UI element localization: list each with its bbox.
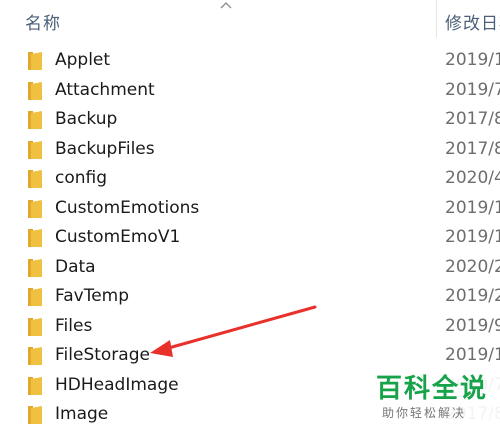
date-column-label: 修改日期 bbox=[445, 14, 500, 34]
watermark-title: 百科全说 bbox=[376, 374, 489, 404]
file-name: CustomEmotions bbox=[55, 197, 200, 218]
list-item[interactable]: config 2020/4 bbox=[0, 165, 500, 194]
list-item[interactable]: CustomEmoV1 2019/1 bbox=[0, 224, 500, 253]
folder-icon bbox=[28, 406, 42, 424]
folder-icon bbox=[28, 81, 42, 100]
column-header: 名称 修改日期 bbox=[0, 0, 500, 38]
folder-icon bbox=[28, 199, 42, 218]
folder-icon bbox=[28, 229, 42, 247]
file-date: 2017/8 bbox=[445, 109, 500, 129]
folder-icon bbox=[28, 140, 42, 159]
watermark: 百科全说 助你轻松解决 bbox=[368, 364, 500, 428]
folder-icon bbox=[28, 317, 42, 336]
list-item[interactable]: Attachment 2019/7 bbox=[0, 77, 500, 106]
file-name: BackupFiles bbox=[55, 138, 155, 159]
list-item[interactable]: Backup 2017/8 bbox=[0, 106, 500, 135]
file-date: 2019/2 bbox=[445, 286, 500, 306]
file-explorer: 名称 修改日期 Applet 2019/1 Attachment 2019/7 Back… bbox=[0, 0, 500, 428]
folder-icon bbox=[28, 111, 42, 129]
file-name: config bbox=[55, 168, 108, 188]
file-date: 2019/1 bbox=[445, 227, 500, 247]
list-item[interactable]: FavTemp 2019/2 bbox=[0, 283, 500, 312]
file-date: 2019/1 bbox=[445, 197, 500, 218]
folder-icon bbox=[28, 347, 42, 365]
watermark-subtitle: 助你轻松解决 bbox=[382, 406, 467, 420]
list-item[interactable]: Applet 2019/1 bbox=[0, 47, 500, 76]
file-date: 2019/1 bbox=[445, 50, 500, 70]
file-date: 2017/8 bbox=[445, 138, 500, 159]
file-date: 2020/2 bbox=[445, 256, 500, 277]
file-name: Applet bbox=[55, 50, 111, 70]
list-item[interactable]: CustomEmotions 2019/1 bbox=[0, 195, 500, 224]
sort-up-icon bbox=[220, 2, 232, 9]
name-column-label: 名称 bbox=[25, 14, 61, 34]
folder-icon bbox=[28, 52, 42, 70]
file-date: 2019/7 bbox=[445, 79, 500, 100]
folder-icon bbox=[28, 258, 42, 277]
file-date: 2019/1 bbox=[445, 345, 500, 365]
file-name: Data bbox=[55, 256, 96, 277]
file-name: Files bbox=[55, 315, 93, 336]
file-name: CustomEmoV1 bbox=[55, 227, 181, 247]
file-name: Backup bbox=[55, 109, 118, 129]
date-column-header[interactable]: 修改日期 bbox=[437, 0, 500, 38]
file-name: FileStorage bbox=[55, 345, 150, 365]
list-item[interactable]: BackupFiles 2017/8 bbox=[0, 136, 500, 165]
folder-icon bbox=[28, 376, 42, 395]
name-column-header[interactable]: 名称 bbox=[0, 0, 436, 38]
file-name: Attachment bbox=[55, 79, 155, 100]
file-name: FavTemp bbox=[55, 286, 130, 306]
file-name: Image bbox=[55, 404, 109, 424]
file-date: 2020/4 bbox=[445, 168, 500, 188]
file-name: HDHeadImage bbox=[55, 374, 179, 395]
folder-icon bbox=[28, 170, 42, 188]
file-date: 2019/9 bbox=[445, 315, 500, 336]
folder-icon bbox=[28, 288, 42, 306]
list-item[interactable]: Files 2019/9 bbox=[0, 313, 500, 342]
list-item[interactable]: Data 2020/2 bbox=[0, 254, 500, 283]
